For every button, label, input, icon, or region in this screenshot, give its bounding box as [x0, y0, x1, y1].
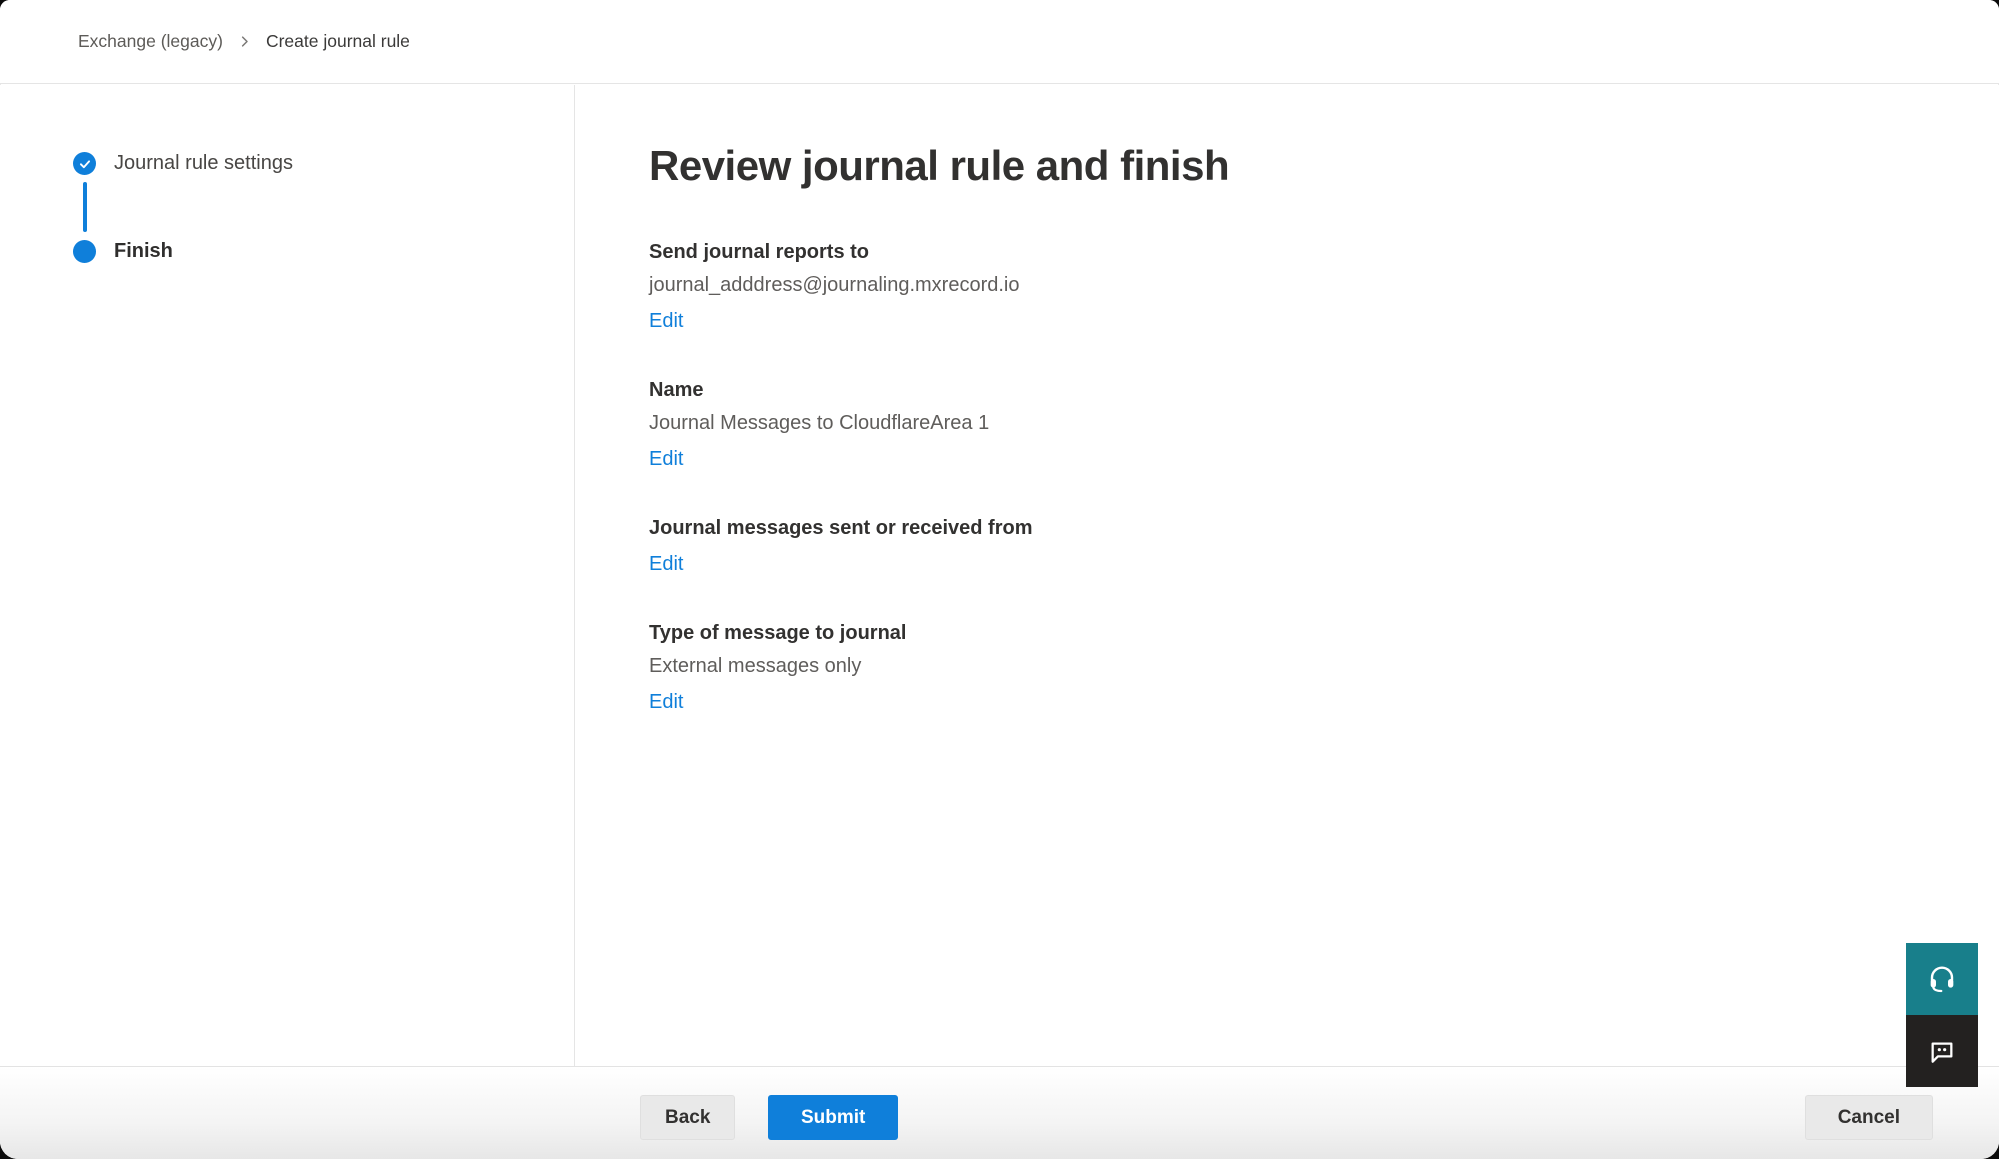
wizard-step-connector	[83, 182, 87, 232]
section-value: External messages only	[649, 653, 1939, 680]
wizard-step-finish[interactable]: Finish	[73, 240, 574, 263]
footer-action-bar: Back Submit Cancel	[0, 1066, 1999, 1159]
wizard-step-journal-rule-settings[interactable]: Journal rule settings	[73, 152, 574, 175]
back-button[interactable]: Back	[640, 1095, 735, 1140]
breadcrumb-exchange-legacy[interactable]: Exchange (legacy)	[78, 31, 223, 52]
feedback-button[interactable]	[1906, 1015, 1978, 1087]
app-window: Exchange (legacy) Create journal rule Jo…	[0, 0, 1999, 1159]
breadcrumb: Exchange (legacy) Create journal rule	[78, 31, 410, 52]
review-sections: Send journal reports to journal_adddress…	[649, 239, 1939, 716]
review-section: Send journal reports to journal_adddress…	[649, 239, 1939, 335]
section-value: journal_adddress@journaling.mxrecord.io	[649, 272, 1939, 299]
step-current-dot-icon	[73, 240, 96, 263]
section-edit-link[interactable]: Edit	[649, 689, 683, 716]
wizard-sidebar: Journal rule settings Finish	[0, 85, 575, 1066]
section-value: Journal Messages to CloudflareArea 1	[649, 410, 1939, 437]
wizard-step-label: Finish	[114, 240, 173, 263]
top-header: Exchange (legacy) Create journal rule	[0, 0, 1999, 84]
submit-button[interactable]: Submit	[768, 1095, 898, 1140]
section-edit-link[interactable]: Edit	[649, 308, 683, 335]
section-label: Name	[649, 377, 1939, 404]
help-button[interactable]	[1906, 943, 1978, 1015]
review-panel: Review journal rule and finish Send jour…	[576, 85, 1999, 1066]
step-completed-check-icon	[73, 152, 96, 175]
section-label: Type of message to journal	[649, 620, 1939, 647]
section-edit-link[interactable]: Edit	[649, 551, 683, 578]
section-label: Send journal reports to	[649, 239, 1939, 266]
chevron-right-icon	[237, 34, 252, 49]
headset-icon	[1926, 963, 1958, 995]
cancel-button[interactable]: Cancel	[1805, 1095, 1933, 1140]
page-title: Review journal rule and finish	[649, 140, 1939, 193]
wizard-step-label: Journal rule settings	[114, 152, 293, 175]
chat-bubble-icon	[1926, 1035, 1958, 1067]
review-section: Journal messages sent or received from E…	[649, 515, 1939, 578]
review-section: Type of message to journal External mess…	[649, 620, 1939, 716]
review-section: Name Journal Messages to CloudflareArea …	[649, 377, 1939, 473]
section-label: Journal messages sent or received from	[649, 515, 1939, 542]
breadcrumb-create-journal-rule: Create journal rule	[266, 31, 410, 52]
section-edit-link[interactable]: Edit	[649, 446, 683, 473]
